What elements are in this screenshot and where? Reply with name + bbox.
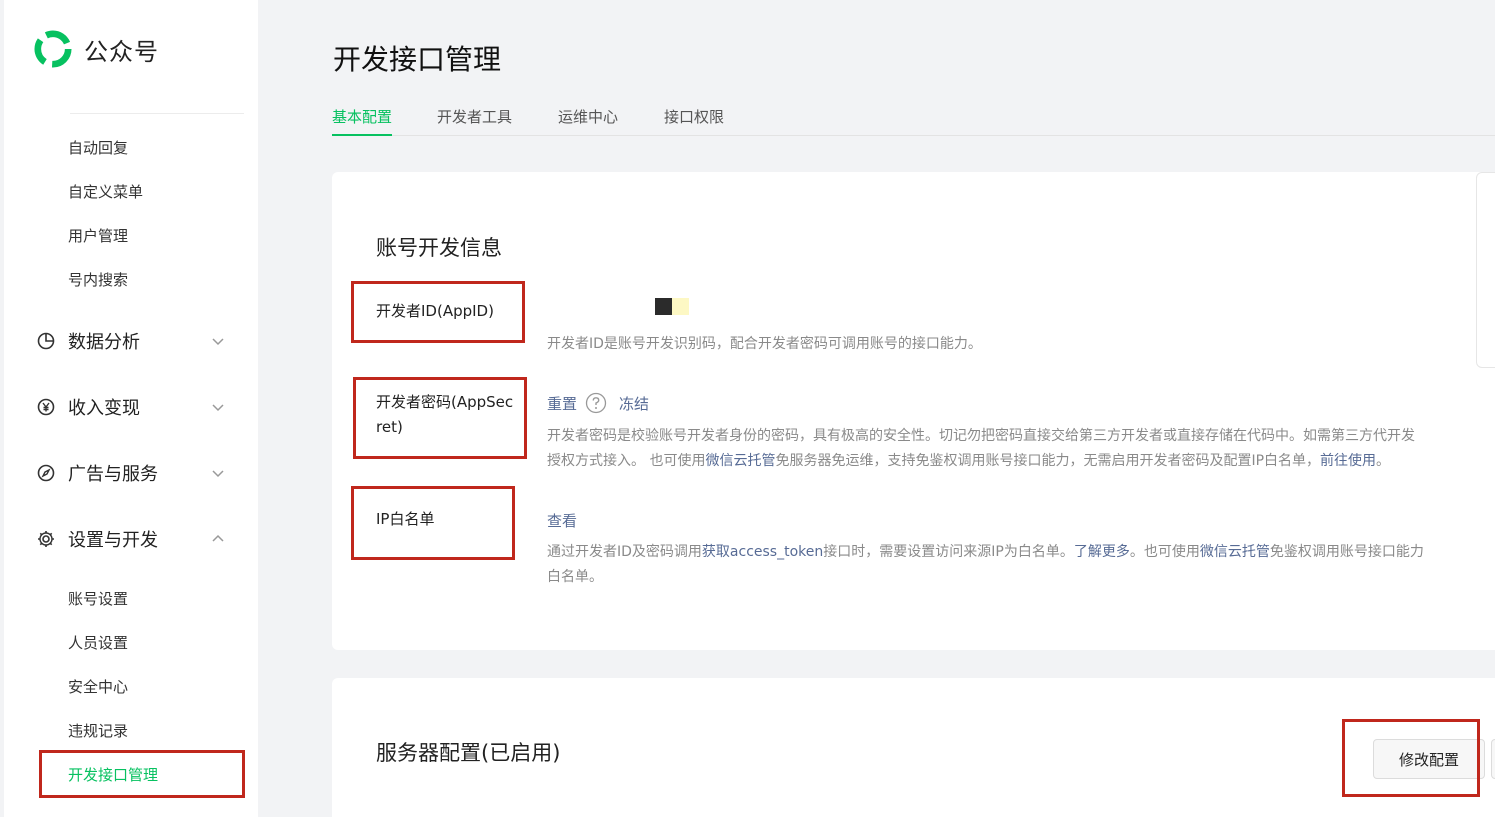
desc-text: 。 bbox=[1376, 453, 1391, 469]
tab-ops-center[interactable]: 运维中心 bbox=[558, 106, 618, 136]
go-use-link[interactable]: 前往使用 bbox=[1320, 453, 1376, 469]
sidebar-group-label: 广告与服务 bbox=[68, 464, 158, 485]
ip-whitelist-description-2: 白名单。 bbox=[547, 569, 603, 585]
highlight-box bbox=[353, 377, 527, 459]
tab-developer-tools[interactable]: 开发者工具 bbox=[437, 106, 512, 136]
desc-text: 通过开发者ID及密码调用 bbox=[547, 544, 702, 560]
sidebar-item-account-settings[interactable]: 账号设置 bbox=[68, 588, 128, 609]
chevron-down-icon bbox=[212, 338, 224, 346]
highlight-box bbox=[39, 750, 245, 798]
sidebar-group-label: 设置与开发 bbox=[68, 530, 158, 551]
sidebar-item-security-center[interactable]: 安全中心 bbox=[68, 676, 128, 697]
brand-name: 公众号 bbox=[84, 37, 159, 66]
wechat-cloud-hosting-link[interactable]: 微信云托管 bbox=[1200, 544, 1270, 560]
secondary-button[interactable] bbox=[1491, 739, 1495, 779]
sidebar-item-staff-settings[interactable]: 人员设置 bbox=[68, 632, 128, 653]
compass-icon bbox=[36, 463, 56, 483]
help-icon[interactable] bbox=[585, 392, 607, 414]
ip-whitelist-view-link[interactable]: 查看 bbox=[547, 510, 577, 531]
appsecret-description-2: 授权方式接入。 也可使用微信云托管免服务器免运维，支持免鉴权调用账号接口能力，无… bbox=[547, 449, 1390, 474]
highlight-box bbox=[351, 486, 515, 560]
appid-description: 开发者ID是账号开发识别码，配合开发者密码可调用账号的接口能力。 bbox=[547, 336, 982, 352]
highlight-box bbox=[1342, 719, 1480, 797]
desc-text: 授权方式接入。 也可使用 bbox=[547, 453, 706, 469]
chevron-down-icon bbox=[212, 470, 224, 478]
page-title: 开发接口管理 bbox=[333, 43, 502, 76]
tab-basic-config[interactable]: 基本配置 bbox=[332, 106, 393, 136]
desc-text: 免服务器免运维，支持免鉴权调用账号接口能力，无需启用开发者密码及配置IP白名单， bbox=[775, 453, 1321, 469]
dev-info-title: 账号开发信息 bbox=[376, 236, 502, 260]
desc-text: 。也可使用 bbox=[1129, 544, 1200, 560]
highlight-box bbox=[351, 281, 525, 343]
server-config-title: 服务器配置(已启用) bbox=[376, 741, 561, 765]
wechat-official-logo-icon bbox=[34, 30, 72, 68]
sidebar-item-in-account-search[interactable]: 号内搜索 bbox=[68, 269, 128, 290]
appsecret-freeze-link[interactable]: 冻结 bbox=[619, 393, 649, 414]
sidebar-group-data-analysis[interactable]: 数据分析 bbox=[36, 327, 226, 355]
yen-icon bbox=[36, 397, 56, 417]
chevron-up-icon bbox=[212, 534, 224, 542]
appsecret-reset-link[interactable]: 重置 bbox=[547, 393, 577, 414]
sidebar-group-monetization[interactable]: 收入变现 bbox=[36, 393, 226, 421]
side-panel-edge bbox=[1476, 172, 1495, 368]
appid-masked-value bbox=[672, 298, 689, 315]
pie-chart-icon bbox=[36, 331, 56, 351]
sidebar-group-label: 收入变现 bbox=[68, 398, 140, 419]
sidebar-item-auto-reply[interactable]: 自动回复 bbox=[68, 137, 128, 158]
appsecret-description: 开发者密码是校验账号开发者身份的密码，具有极高的安全性。切记勿把密码直接交给第三… bbox=[547, 428, 1415, 444]
sidebar-divider bbox=[70, 113, 244, 114]
get-access-token-link[interactable]: 获取access_token bbox=[702, 544, 823, 560]
sidebar-group-settings-dev[interactable]: 设置与开发 bbox=[36, 525, 226, 553]
logo[interactable]: 公众号 bbox=[34, 30, 159, 68]
sidebar-item-user-management[interactable]: 用户管理 bbox=[68, 225, 128, 246]
sidebar-group-label: 数据分析 bbox=[68, 332, 140, 353]
wechat-cloud-hosting-link[interactable]: 微信云托管 bbox=[705, 453, 775, 469]
desc-text: 接口时，需要设置访问来源IP为白名单。 bbox=[823, 544, 1074, 560]
sidebar-group-ads-services[interactable]: 广告与服务 bbox=[36, 459, 226, 487]
sidebar-item-custom-menu[interactable]: 自定义菜单 bbox=[68, 181, 143, 202]
chevron-down-icon bbox=[212, 404, 224, 412]
learn-more-link[interactable]: 了解更多 bbox=[1074, 544, 1130, 560]
tab-interface-permissions[interactable]: 接口权限 bbox=[664, 106, 724, 136]
sidebar-item-violation-records[interactable]: 违规记录 bbox=[68, 720, 128, 741]
ip-whitelist-description: 通过开发者ID及密码调用获取access_token接口时，需要设置访问来源IP… bbox=[547, 540, 1424, 565]
desc-text: 免鉴权调用账号接口能力 bbox=[1269, 544, 1424, 560]
gear-icon bbox=[36, 529, 56, 549]
tab-bar: 基本配置 开发者工具 运维中心 接口权限 bbox=[332, 106, 1495, 136]
appid-masked-value bbox=[655, 298, 672, 315]
